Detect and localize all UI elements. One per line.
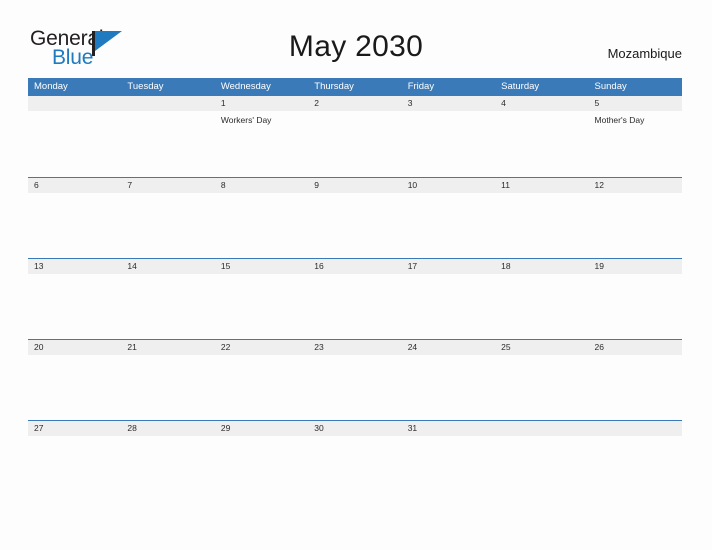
holiday-label: Workers' Day: [220, 115, 272, 125]
day-number: 25: [501, 342, 511, 352]
day-events: Workers' Day: [221, 111, 308, 126]
day-cell[interactable]: 16: [308, 259, 401, 339]
day-cell[interactable]: 10: [402, 178, 495, 258]
day-cell-empty: [28, 96, 121, 177]
weekday-header-saturday: Saturday: [501, 81, 540, 92]
day-number: 21: [127, 342, 137, 352]
day-number: 24: [407, 342, 418, 352]
day-number: 29: [220, 423, 231, 433]
day-cell[interactable]: 29: [215, 421, 308, 501]
day-number: 30: [314, 423, 324, 433]
weekday-header-monday: Monday: [34, 81, 68, 92]
weekday-header-friday: Friday: [407, 81, 435, 92]
day-cell[interactable]: 2: [308, 96, 401, 177]
day-cell[interactable]: 27: [28, 421, 121, 501]
weekday-header-sunday: Sunday: [594, 81, 627, 92]
day-cell[interactable]: 19: [589, 259, 682, 339]
day-cell[interactable]: 12: [589, 178, 682, 258]
day-cell[interactable]: 28: [121, 421, 214, 501]
day-cell[interactable]: 13: [28, 259, 121, 339]
day-cell[interactable]: 6: [28, 178, 121, 258]
day-number: 13: [34, 261, 44, 271]
day-cell[interactable]: 8: [215, 178, 308, 258]
day-cell[interactable]: 24: [402, 340, 495, 420]
day-cell[interactable]: 21: [121, 340, 214, 420]
day-cell[interactable]: 23: [308, 340, 401, 420]
day-number: 11: [501, 180, 510, 190]
day-number: 17: [407, 261, 418, 271]
day-cell[interactable]: 5 Mother's Day: [589, 96, 682, 177]
day-number: 16: [314, 261, 324, 271]
day-cell[interactable]: 9: [308, 178, 401, 258]
week-day-cells: 27 28 29 30 31: [28, 421, 682, 501]
day-cell[interactable]: 1 Workers' Day: [215, 96, 308, 177]
day-number: 3: [407, 98, 413, 108]
day-events: Mother's Day: [595, 111, 682, 126]
calendar-week-row: 1 Workers' Day 2 3 4 5 Mother's Day: [28, 96, 682, 177]
day-number: 22: [220, 342, 231, 352]
day-cell[interactable]: 3: [402, 96, 495, 177]
calendar-week-row: 13 14 15 16 17 18 19: [28, 258, 682, 339]
day-cell-empty: [589, 421, 682, 501]
page-title: May 2030: [288, 30, 424, 63]
day-cell[interactable]: 14: [121, 259, 214, 339]
day-number: 31: [407, 423, 418, 433]
day-number: 10: [407, 180, 418, 190]
day-number: 15: [220, 261, 231, 271]
day-number: 12: [594, 180, 604, 190]
calendar-week-row: 20 21 22 23 24 25 26: [28, 339, 682, 420]
day-number: 5: [594, 98, 600, 108]
day-cell[interactable]: 4: [495, 96, 588, 177]
week-day-cells: 1 Workers' Day 2 3 4 5 Mother's Day: [28, 96, 682, 177]
calendar-grid: Monday Tuesday Wednesday Thursday Friday Satu…: [28, 78, 682, 501]
day-cell[interactable]: 30: [308, 421, 401, 501]
day-number: 28: [127, 423, 137, 433]
day-number: 2: [314, 98, 319, 108]
weekday-header-tuesday: Tuesday: [127, 81, 164, 92]
day-number: 26: [594, 342, 604, 352]
day-cell-empty: [495, 421, 588, 501]
weekday-header-thursday: Thursday: [314, 81, 354, 92]
country-label: Mozambique: [607, 46, 682, 61]
day-number: 8: [220, 180, 226, 190]
day-number: 1: [220, 98, 226, 108]
day-number: 4: [501, 98, 506, 108]
page-header: General Blue May 2030 Mozambique: [0, 0, 712, 68]
day-cell[interactable]: 15: [215, 259, 308, 339]
calendar-week-row: 27 28 29 30 31: [28, 420, 682, 501]
calendar-weekday-header-row: Monday Tuesday Wednesday Thursday Friday Satu…: [28, 78, 682, 96]
day-number: 6: [34, 180, 39, 190]
day-cell[interactable]: 17: [402, 259, 495, 339]
day-cell[interactable]: 20: [28, 340, 121, 420]
week-day-cells: 20 21 22 23 24 25 26: [28, 340, 682, 420]
day-cell-empty: [121, 96, 214, 177]
day-cell[interactable]: 18: [495, 259, 588, 339]
day-number: 9: [314, 180, 319, 190]
day-number: 27: [34, 423, 44, 433]
day-number: 14: [127, 261, 137, 271]
day-number: 19: [594, 261, 604, 271]
holiday-label: Mother's Day: [594, 115, 645, 125]
day-cell[interactable]: 22: [215, 340, 308, 420]
day-cell[interactable]: 25: [495, 340, 588, 420]
day-cell[interactable]: 11: [495, 178, 588, 258]
day-cell[interactable]: 26: [589, 340, 682, 420]
week-day-cells: 13 14 15 16 17 18 19: [28, 259, 682, 339]
day-cell[interactable]: 7: [121, 178, 214, 258]
weekday-header-wednesday: Wednesday: [220, 81, 271, 92]
week-day-cells: 6 7 8 9 10 11 12: [28, 178, 682, 258]
calendar-week-rows: 1 Workers' Day 2 3 4 5 Mother's Day 6 7 8 9 10 11 12 1…: [28, 96, 682, 501]
day-number: 7: [127, 180, 133, 190]
day-number: 20: [34, 342, 44, 352]
calendar-week-row: 6 7 8 9 10 11 12: [28, 177, 682, 258]
day-number: 23: [314, 342, 324, 352]
day-cell[interactable]: 31: [402, 421, 495, 501]
day-number: 18: [501, 261, 511, 271]
